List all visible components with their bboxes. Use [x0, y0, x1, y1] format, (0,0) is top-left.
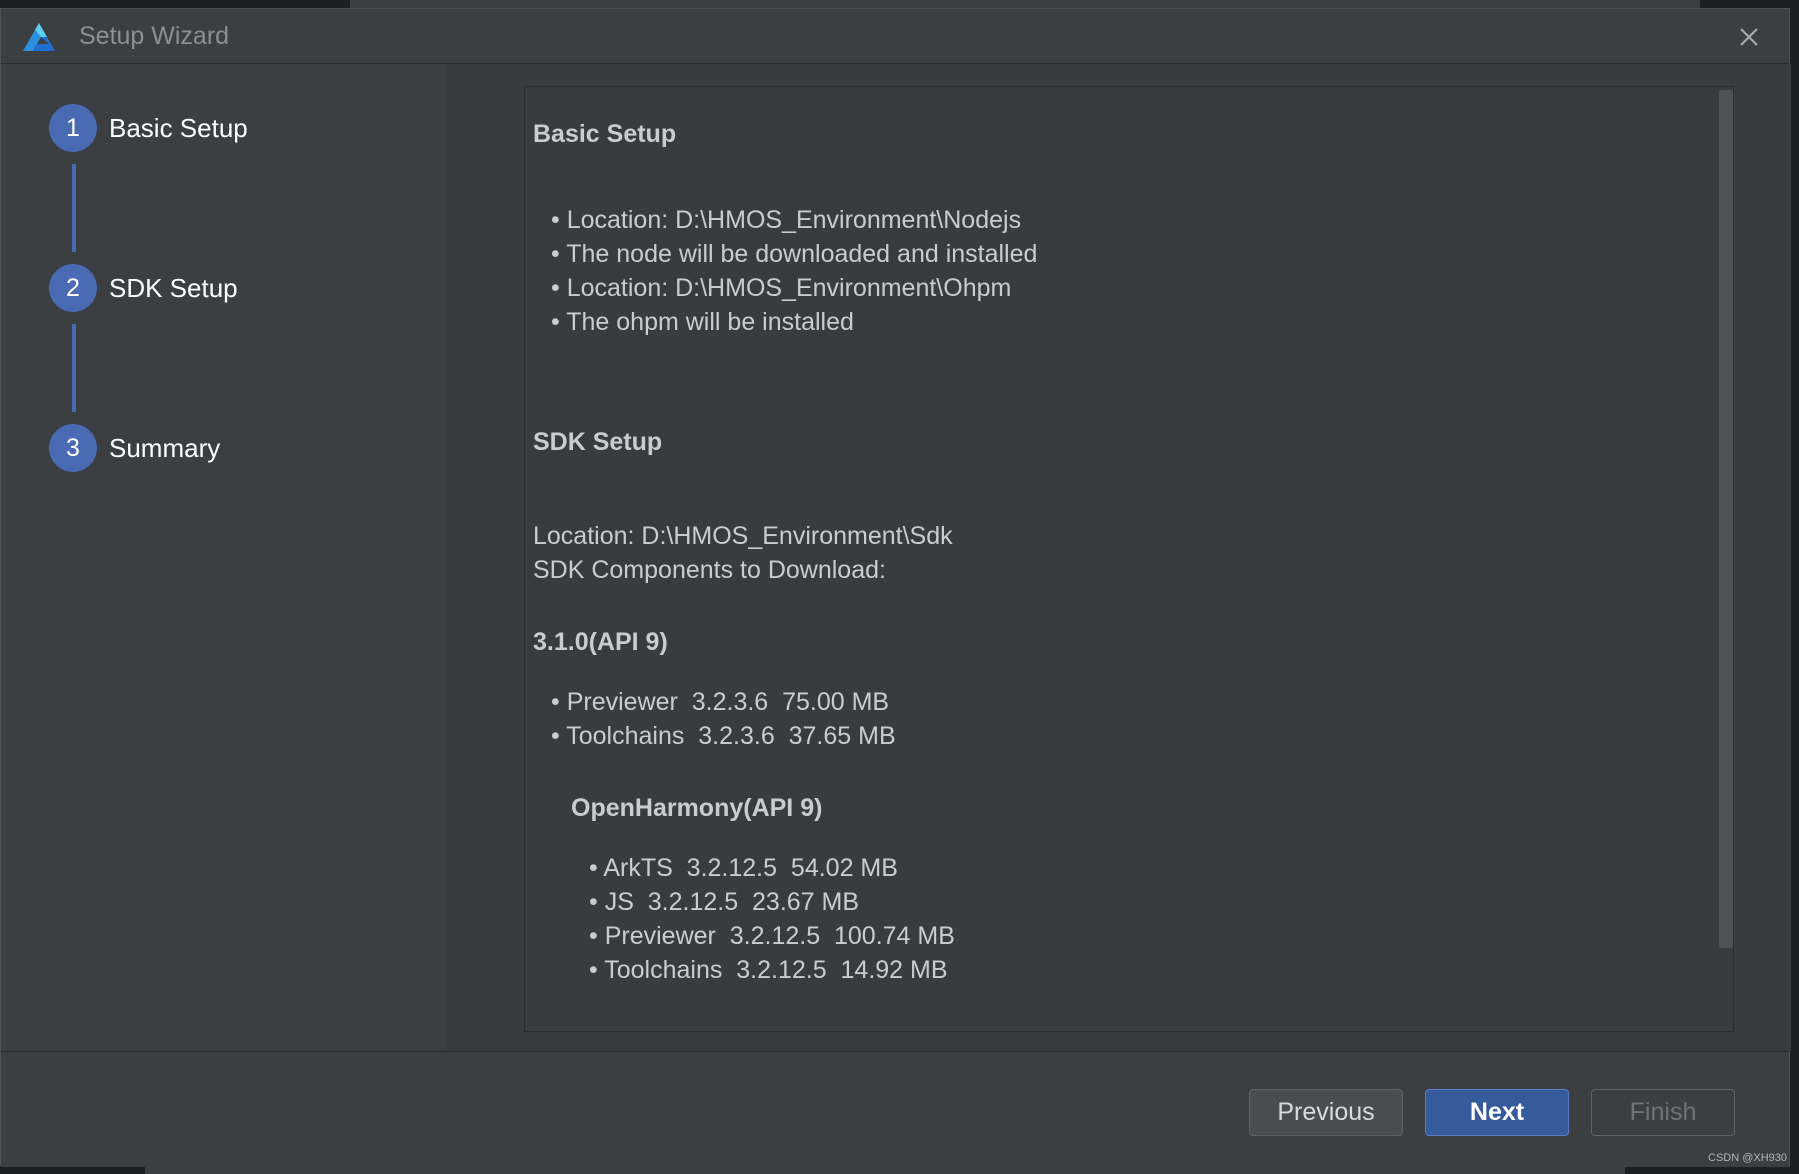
step-number-badge: 3	[49, 424, 97, 472]
title-bar[interactable]: Setup Wizard	[1, 9, 1789, 64]
window-title: Setup Wizard	[79, 22, 230, 50]
step-number-badge: 2	[49, 264, 97, 312]
list-item: Previewer 3.2.3.6 75.00 MB	[551, 685, 889, 719]
basic-setup-heading: Basic Setup	[533, 120, 677, 148]
step-label: Basic Setup	[109, 112, 248, 143]
step-label: SDK Setup	[109, 272, 238, 303]
background-window-edge-bottom	[0, 1166, 1799, 1174]
setup-wizard-dialog: Setup Wizard 1 Basic Setup 2 SDK Setup 3…	[0, 8, 1791, 1167]
dialog-footer: Previous Next Finish	[1, 1051, 1789, 1167]
list-item: ArkTS 3.2.12.5 54.02 MB	[589, 851, 898, 885]
list-item: JS 3.2.12.5 23.67 MB	[589, 885, 859, 919]
sdk-components-label: SDK Components to Download:	[533, 556, 886, 584]
scrollbar-thumb[interactable]	[1719, 90, 1733, 948]
openharmony-heading: OpenHarmony(API 9)	[571, 794, 823, 822]
watermark-text: CSDN @XH930	[1708, 1152, 1788, 1164]
finish-button[interactable]: Finish	[1591, 1089, 1735, 1136]
list-item: The node will be downloaded and installe…	[551, 237, 1037, 271]
step-number-badge: 1	[49, 104, 97, 152]
steps-sidebar: 1 Basic Setup 2 SDK Setup 3 Summary	[1, 64, 446, 1051]
step-basic-setup[interactable]: 1 Basic Setup	[49, 104, 248, 152]
step-label: Summary	[109, 432, 221, 463]
step-connector	[72, 164, 76, 252]
sdk-setup-heading: SDK Setup	[533, 428, 663, 456]
next-button[interactable]: Next	[1425, 1089, 1569, 1136]
content-area: Basic Setup Location: D:\HMOS_Environmen…	[446, 64, 1791, 1051]
app-logo-icon	[23, 23, 55, 51]
step-summary[interactable]: 3 Summary	[49, 424, 220, 472]
background-window-edge	[0, 0, 1799, 8]
background-window-edge-right	[1790, 0, 1799, 1174]
list-item: Toolchains 3.2.3.6 37.65 MB	[551, 719, 895, 753]
vertical-scrollbar[interactable]	[1719, 90, 1733, 1028]
previous-button[interactable]: Previous	[1249, 1089, 1403, 1136]
sdk-location: Location: D:\HMOS_Environment\Sdk	[533, 522, 953, 550]
list-item: The ohpm will be installed	[551, 305, 854, 339]
list-item: Location: D:\HMOS_Environment\Ohpm	[551, 271, 1012, 305]
list-item: Location: D:\HMOS_Environment\Nodejs	[551, 203, 1021, 237]
list-item: Previewer 3.2.12.5 100.74 MB	[589, 919, 955, 953]
step-connector	[72, 324, 76, 412]
api-version-heading: 3.1.0(API 9)	[533, 628, 668, 656]
close-icon[interactable]	[1733, 21, 1765, 53]
list-item: Toolchains 3.2.12.5 14.92 MB	[589, 953, 947, 987]
summary-panel[interactable]: Basic Setup Location: D:\HMOS_Environmen…	[524, 86, 1734, 1032]
step-sdk-setup[interactable]: 2 SDK Setup	[49, 264, 238, 312]
